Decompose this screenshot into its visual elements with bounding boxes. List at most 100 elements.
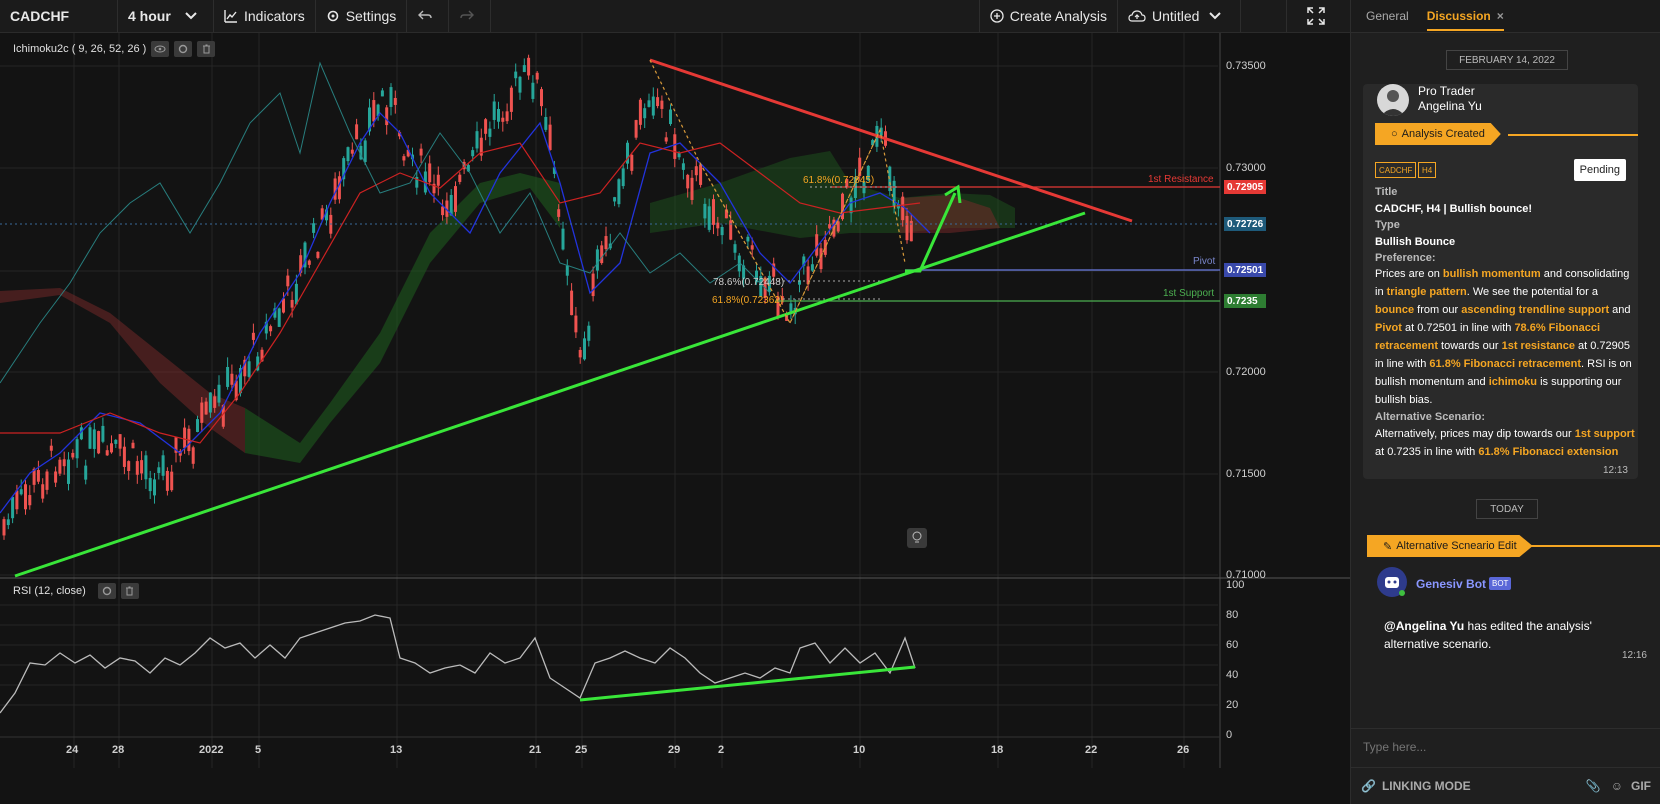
chart-area[interactable]: 1st Resistance Pivot 1st Support 78.6%(0… [0, 33, 1350, 804]
layout-name: Untitled [1152, 8, 1200, 24]
candle-body [97, 431, 101, 454]
gear-icon[interactable] [174, 41, 193, 57]
price-tick: 0.72000 [1226, 366, 1266, 378]
pencil-icon: ✎ [1383, 540, 1393, 553]
trash-icon[interactable] [197, 41, 216, 57]
indicators-button[interactable]: Indicators [214, 0, 316, 32]
symbol-selector[interactable]: CADCHF [0, 0, 118, 32]
message-input-area [1351, 728, 1660, 767]
candle-body [428, 163, 432, 183]
symbol-tag: CADCHF [1375, 162, 1417, 178]
candle-body [28, 495, 32, 506]
fullscreen-button[interactable] [1286, 0, 1350, 32]
candle-body [75, 439, 79, 459]
fib-618-low-label: 61.8%(0.72362) [712, 295, 783, 306]
candle-body [454, 186, 457, 212]
close-icon[interactable]: × [1497, 9, 1504, 23]
candle-body [527, 57, 531, 76]
candle-body [350, 149, 354, 154]
bot-badge: BOT [1489, 577, 1512, 590]
candle-body [135, 461, 139, 475]
time-tick: 2 [718, 744, 725, 756]
candle-body [200, 402, 204, 423]
time-tick: 5 [255, 744, 262, 756]
candle-body [122, 446, 126, 467]
candle-body [114, 439, 118, 444]
attach-icon[interactable]: 📎 [1586, 779, 1601, 793]
tab-discussion[interactable]: Discussion × [1426, 9, 1504, 31]
candle-body [518, 76, 522, 93]
candle-body [45, 471, 49, 490]
create-analysis-label: Create Analysis [1009, 8, 1107, 24]
candle-body [690, 177, 694, 200]
avatar[interactable] [1377, 84, 1409, 116]
undo-icon [417, 10, 432, 20]
candle-body [441, 206, 445, 216]
candle-body [62, 459, 66, 467]
interval-selector[interactable]: 4 hour [118, 0, 214, 32]
rsi-tick: 0 [1226, 729, 1233, 741]
candle-body [604, 236, 608, 250]
rsi-name: RSI (12, close) [13, 585, 86, 597]
interval-label: 4 hour [128, 8, 171, 24]
candle-body [88, 427, 92, 449]
bot-avatar[interactable] [1377, 567, 1407, 597]
candle-body [24, 484, 27, 510]
candle-body [419, 148, 423, 156]
tab-general[interactable]: General [1366, 9, 1409, 23]
top-toolbar: CADCHF 4 hour Indicators Settings Create… [0, 0, 1350, 33]
candle-body [591, 273, 595, 297]
preference-text: Prices are on bullish momentum and conso… [1375, 268, 1632, 406]
gear-icon[interactable] [97, 583, 116, 599]
gif-button[interactable]: GIF [1631, 779, 1651, 793]
trash-icon[interactable] [120, 583, 139, 599]
layout-selector[interactable]: Untitled [1118, 0, 1241, 32]
message-input[interactable] [1361, 739, 1645, 755]
create-analysis-button[interactable]: Create Analysis [980, 0, 1118, 32]
time-tick: 24 [66, 744, 79, 756]
date-divider: FEBRUARY 14, 2022 [1446, 50, 1568, 70]
undo-button[interactable] [407, 0, 450, 32]
candle-body [535, 72, 539, 80]
time-tick: 22 [1085, 744, 1098, 756]
edit-tag-label: Alternative Scneario Edit [1396, 540, 1517, 552]
candle-body [488, 128, 492, 137]
candle-body [67, 459, 70, 484]
edit-message: @Angelina Yu has edited the analysis' al… [1384, 617, 1634, 653]
candle-body [686, 174, 690, 189]
candle-body [105, 450, 109, 456]
candle-body [810, 264, 814, 271]
time-tick: 28 [112, 744, 125, 756]
candle-body [144, 455, 148, 480]
linking-mode-label[interactable]: LINKING MODE [1382, 779, 1471, 793]
candle-body [363, 140, 367, 163]
candle-body [823, 239, 827, 255]
link-icon[interactable]: 🔗 [1361, 779, 1376, 793]
candle-body [251, 332, 255, 340]
candle-body [157, 467, 161, 473]
time-tick: 18 [991, 744, 1004, 756]
candle-body [337, 176, 341, 200]
price-tick: 0.71500 [1226, 468, 1266, 480]
title-value: CADCHF, H4 | Bullish bounce! [1375, 203, 1533, 215]
support-label: 1st Support [1163, 288, 1214, 299]
candle-body [544, 116, 548, 130]
candle-body [226, 366, 230, 387]
settings-button[interactable]: Settings [316, 0, 408, 32]
bot-name[interactable]: Genesiv Bot [1416, 577, 1486, 591]
candle-body [617, 179, 621, 205]
candle-body [161, 455, 165, 476]
candle-body [54, 471, 58, 483]
candle-body [196, 419, 199, 432]
mention[interactable]: @Angelina Yu [1384, 619, 1464, 633]
rsi-tick: 40 [1226, 669, 1239, 681]
eye-icon[interactable] [151, 41, 170, 57]
author-role: Pro Trader [1418, 84, 1475, 98]
gear-icon [327, 10, 339, 22]
price-chart[interactable]: 1st Resistance Pivot 1st Support 78.6%(0… [0, 33, 1350, 804]
time-tick: 21 [529, 744, 542, 756]
emoji-icon[interactable]: ☺ [1611, 779, 1623, 793]
analysis-tag-label: Analysis Created [1401, 128, 1485, 140]
redo-button[interactable] [449, 0, 492, 32]
candle-body [282, 298, 285, 313]
